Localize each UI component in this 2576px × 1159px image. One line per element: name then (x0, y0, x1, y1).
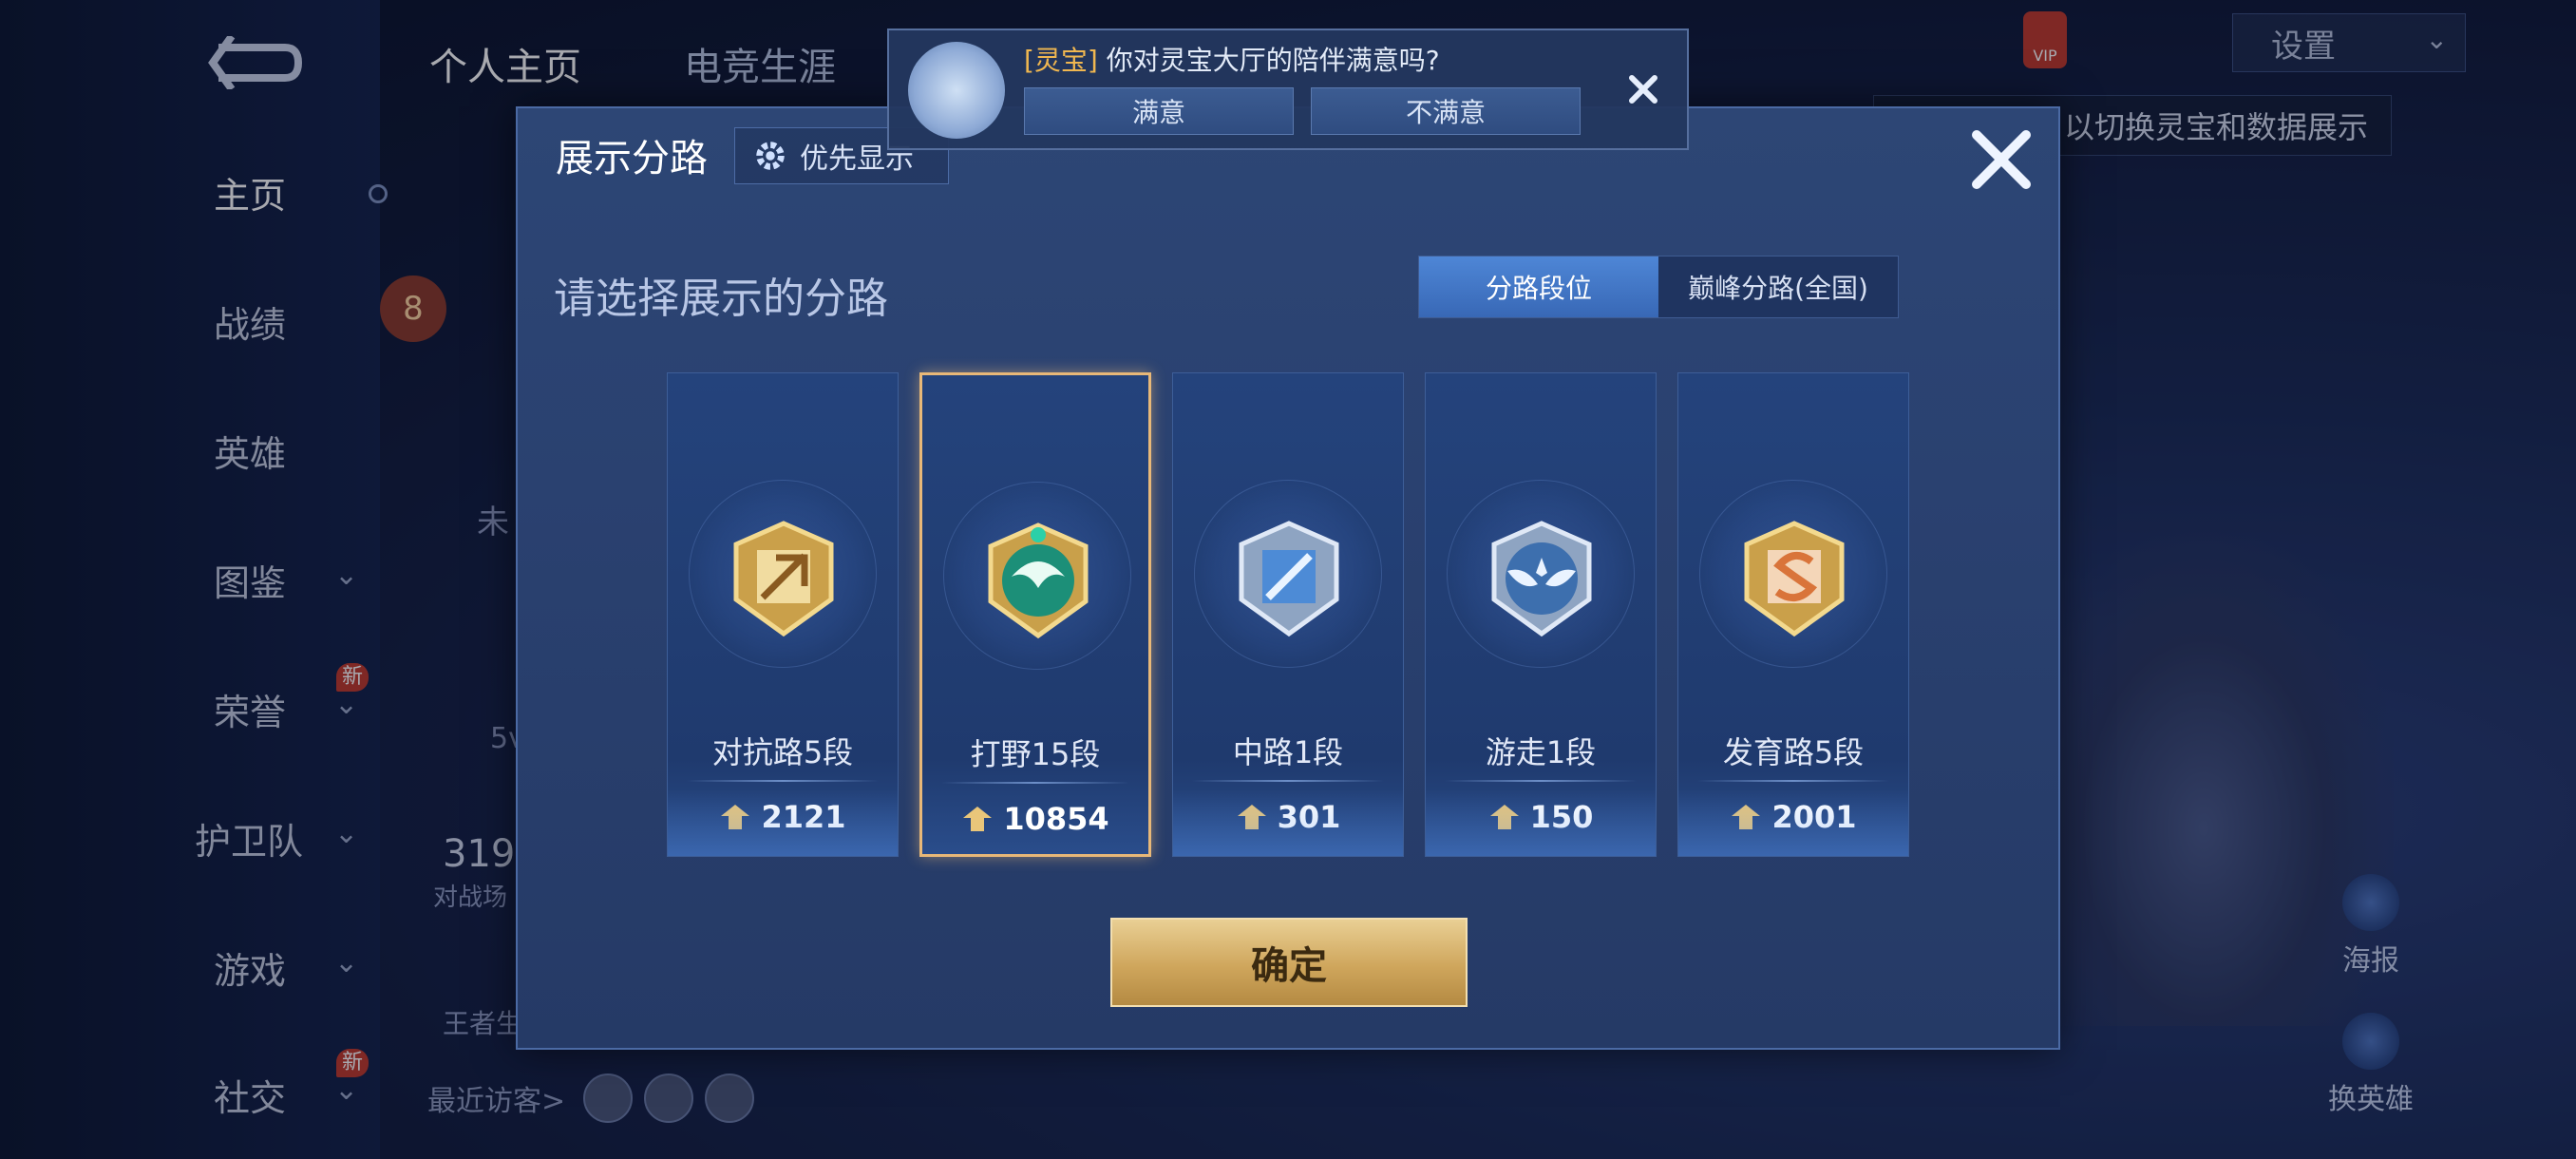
lane-name: 对抗路5段 (711, 734, 854, 770)
survey-tag: [灵宝] (1024, 45, 1098, 76)
survey-question-text: 你对灵宝大厅的陪伴满意吗? (1106, 45, 1440, 76)
card-glow (1426, 789, 1656, 856)
gear-icon (756, 142, 785, 170)
close-icon[interactable] (1963, 122, 2039, 198)
roam-wings-emblem-icon (1491, 521, 1592, 637)
lane-score-value: 10854 (1003, 801, 1109, 837)
divider (1192, 780, 1384, 782)
divider (687, 780, 879, 782)
lane-card-clash[interactable]: 对抗路5段 2121 (667, 372, 899, 857)
divider (1697, 780, 1889, 782)
lane-card-mid[interactable]: 中路1段 301 (1172, 372, 1404, 857)
lane-card-farm[interactable]: 发育路5段 2001 (1677, 372, 1909, 857)
lane-score: 10854 (922, 801, 1148, 837)
close-icon[interactable] (1622, 68, 1664, 110)
lingbao-avatar (908, 42, 1005, 139)
lane-name: 发育路5段 (1722, 734, 1865, 770)
card-glow (668, 789, 898, 856)
card-glow (1678, 789, 1908, 856)
farm-lane-emblem-icon (1744, 521, 1845, 637)
lane-card-jungle[interactable]: 打野15段 10854 (919, 372, 1151, 857)
dialog-title: 展示分路 (556, 137, 708, 180)
lane-name: 游走1段 (1485, 734, 1597, 770)
not-satisfied-button[interactable]: 不满意 (1311, 87, 1581, 135)
combat-power-icon (963, 807, 993, 831)
lane-mode-switch: 分路段位 巅峰分路(全国) (1418, 256, 1899, 318)
tab-lane-rank[interactable]: 分路段位 (1419, 256, 1658, 317)
mid-lane-emblem-icon (1239, 521, 1339, 637)
satisfaction-survey-popup: [灵宝] 你对灵宝大厅的陪伴满意吗? 满意 不满意 (887, 28, 1689, 150)
divider (941, 782, 1129, 784)
tab-peak-lane-national[interactable]: 巅峰分路(全国) (1658, 256, 1898, 317)
satisfied-button[interactable]: 满意 (1024, 87, 1294, 135)
lane-name: 打野15段 (970, 736, 1101, 772)
lane-name: 中路1段 (1232, 734, 1344, 770)
jungle-dragon-emblem-icon (988, 522, 1089, 639)
lane-display-dialog: 展示分路 优先显示 请选择展示的分路 分路段位 巅峰分路(全国) 对抗路5段 2… (516, 106, 2060, 1050)
dialog-subtitle: 请选择展示的分路 (554, 275, 888, 323)
survey-question: [灵宝] 你对灵宝大厅的陪伴满意吗? (1024, 40, 1440, 78)
confirm-button[interactable]: 确定 (1110, 918, 1468, 1007)
clash-lane-emblem-icon (733, 521, 834, 637)
card-glow (1173, 789, 1403, 856)
lane-card-roam[interactable]: 游走1段 150 (1425, 372, 1657, 857)
divider (1445, 780, 1637, 782)
